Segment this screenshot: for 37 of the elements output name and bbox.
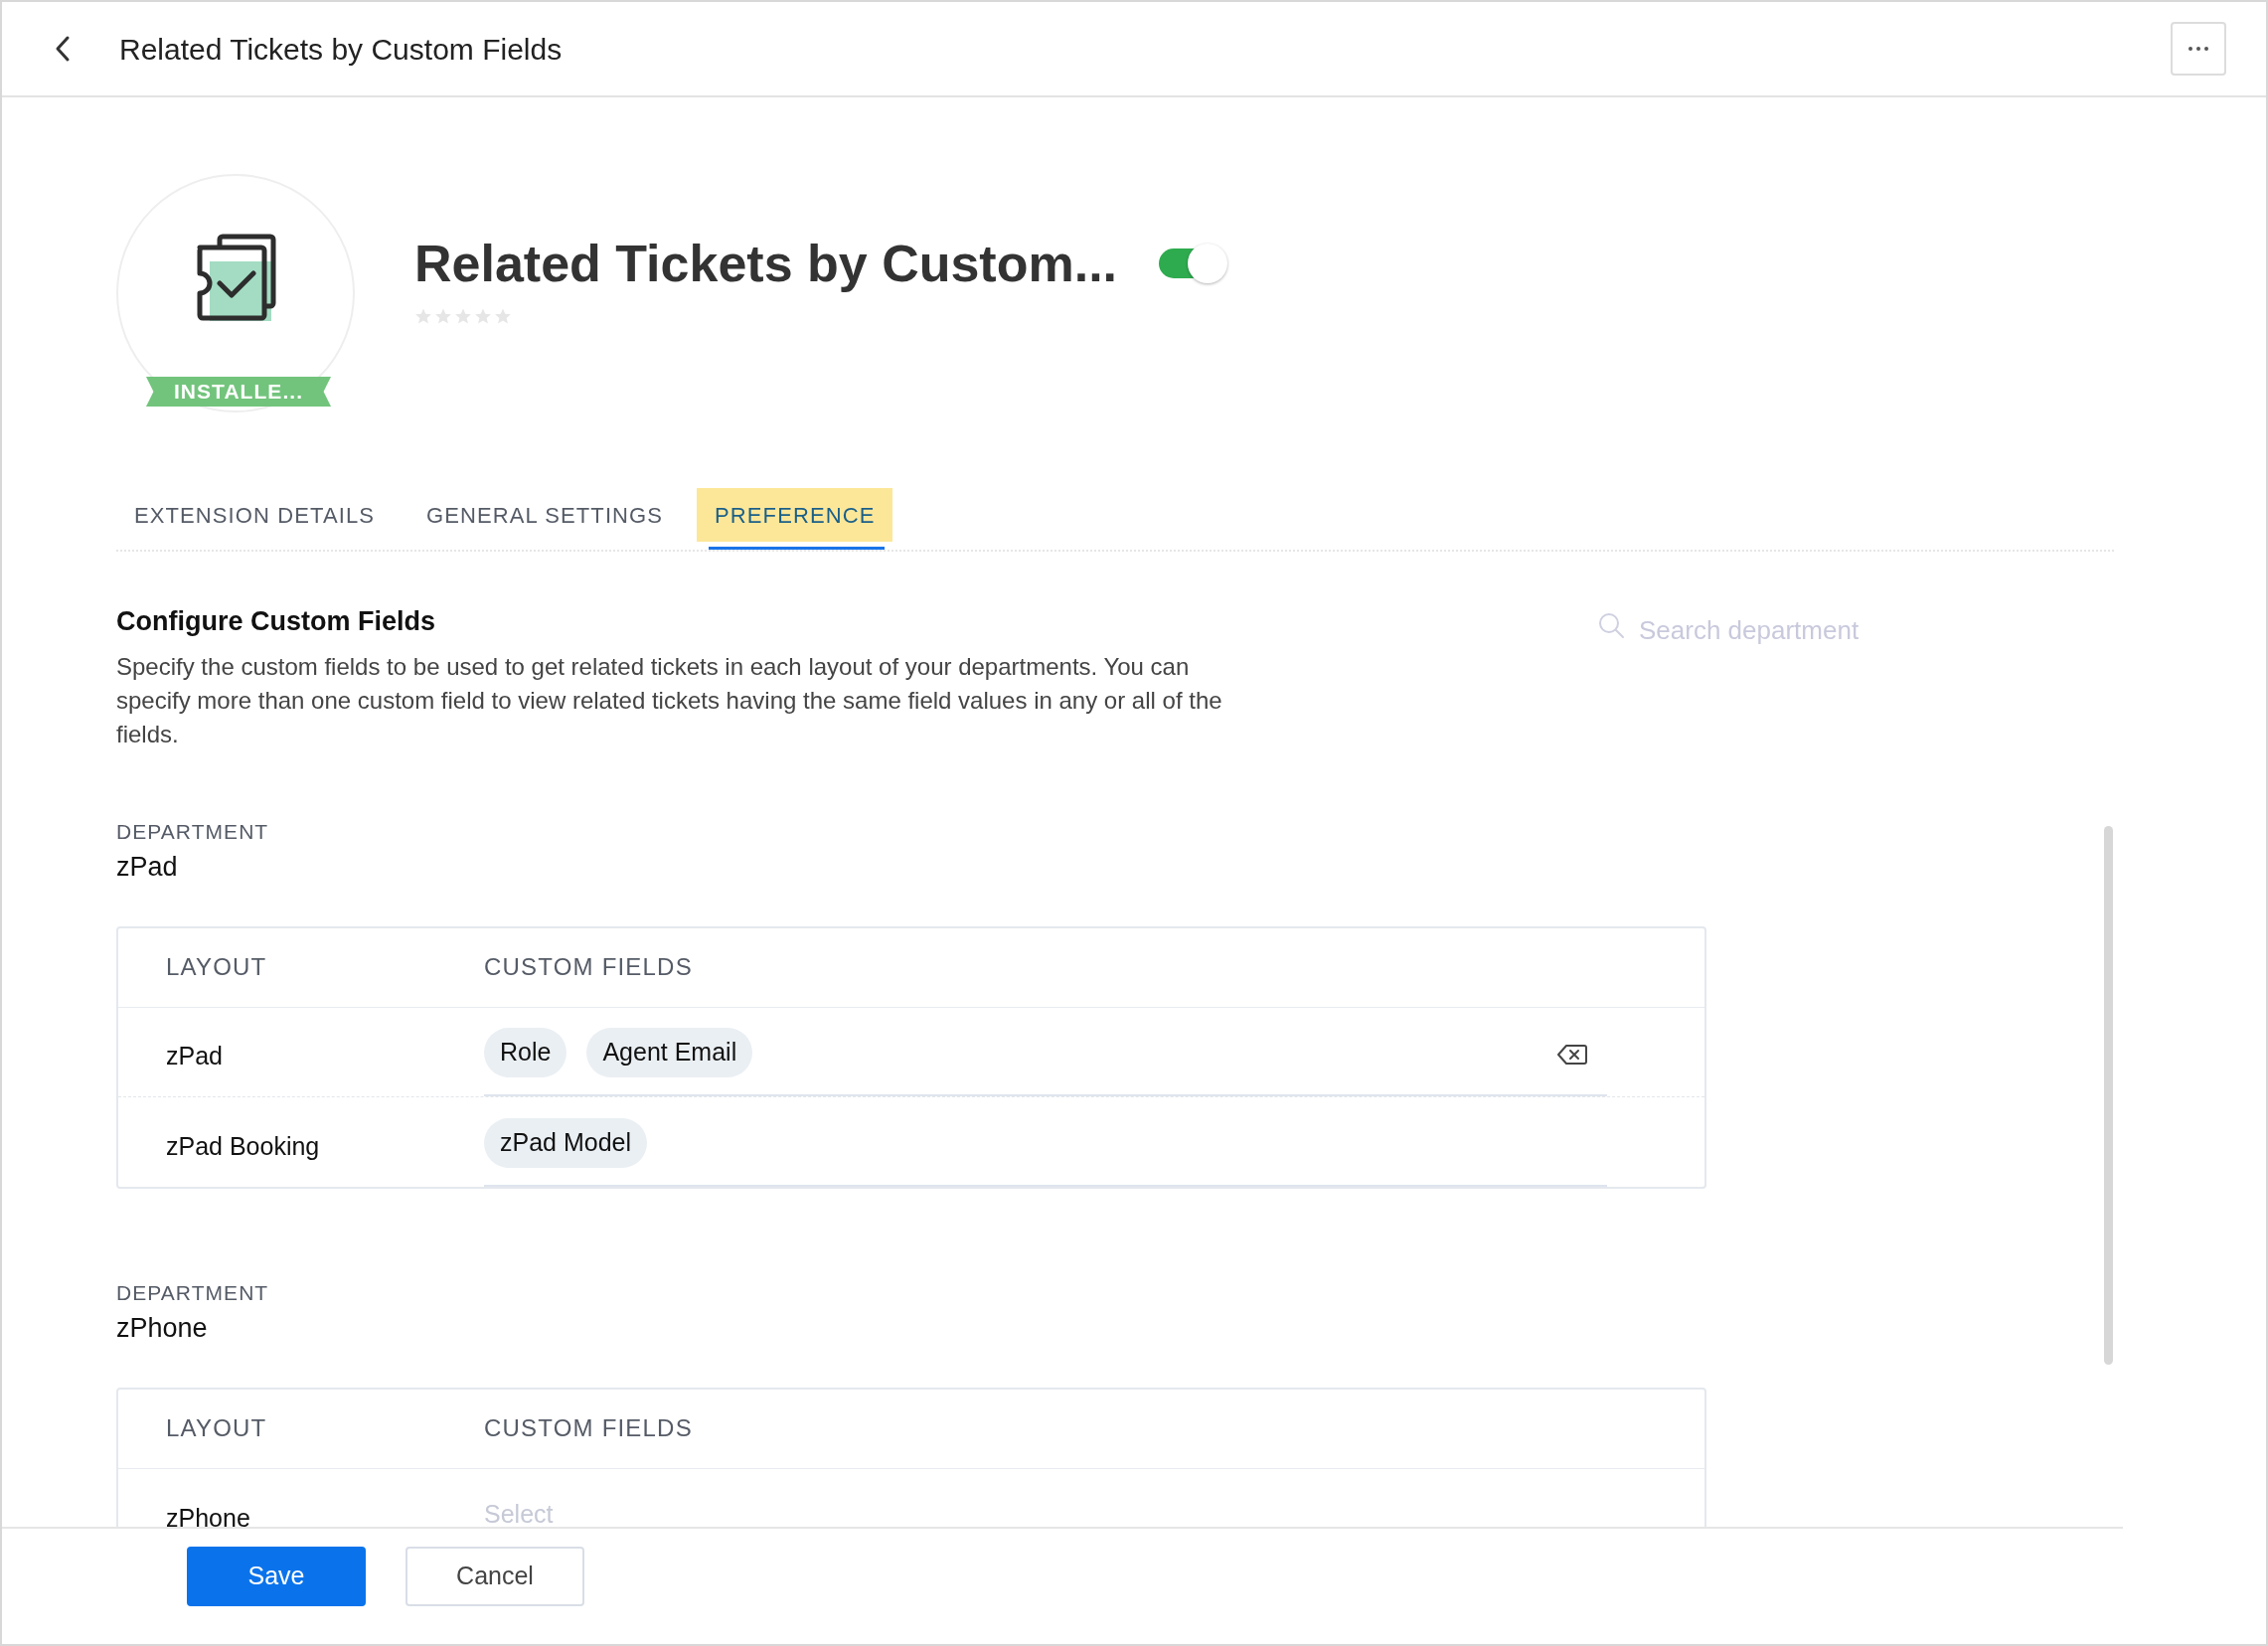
layout-name: zPad (166, 1041, 223, 1072)
installed-ribbon: INSTALLE... (146, 377, 331, 407)
column-header: CUSTOM FIELDS (484, 1413, 693, 1443)
back-icon[interactable] (54, 35, 72, 63)
section-title: Configure Custom Fields (116, 605, 436, 638)
enable-toggle[interactable] (1157, 243, 1229, 284)
scrollbar[interactable] (2104, 826, 2113, 1365)
star-icon (474, 307, 492, 325)
column-header: LAYOUT (165, 952, 268, 982)
column-header: CUSTOM FIELDS (484, 952, 693, 982)
tab[interactable]: GENERAL SETTINGS (408, 488, 682, 550)
column-header: LAYOUT (165, 1413, 268, 1443)
star-icon (494, 307, 512, 325)
department-name: zPad (116, 853, 179, 881)
field-chip[interactable]: Agent Email (586, 1028, 753, 1077)
custom-fields-input[interactable]: zPad Model (484, 1096, 1607, 1187)
save-button[interactable]: Save (187, 1547, 366, 1606)
layout-name: zPad Booking (166, 1130, 320, 1162)
clear-icon[interactable] (1557, 1043, 1587, 1066)
tab[interactable]: EXTENSION DETAILS (116, 488, 393, 550)
more-icon (2187, 46, 2209, 52)
star-icon (434, 307, 452, 325)
department-label: DEPARTMENT (116, 820, 270, 842)
star-icon (414, 307, 432, 325)
search-icon (1597, 611, 1625, 639)
page-title: Related Tickets by Custom Fields (119, 31, 563, 68)
department-label: DEPARTMENT (116, 1281, 270, 1303)
field-chip[interactable]: zPad Model (484, 1117, 648, 1168)
star-icon (454, 307, 472, 325)
layout-name: zPhone (166, 1502, 250, 1527)
field-chip[interactable]: Role (484, 1028, 567, 1077)
tab[interactable]: PREFERENCE (697, 488, 893, 550)
custom-fields-input[interactable]: Role Agent Email (484, 1007, 1607, 1096)
section-description: Specify the custom fields to be used to get related tickets in each layout of your departments. You can specify more than one custom field to view related tickets having the same field values in any or all of the fields. (116, 651, 1223, 749)
cancel-button[interactable]: Cancel (405, 1547, 584, 1606)
select-placeholder: Select (484, 1498, 554, 1527)
department-name: zPhone (116, 1314, 209, 1342)
